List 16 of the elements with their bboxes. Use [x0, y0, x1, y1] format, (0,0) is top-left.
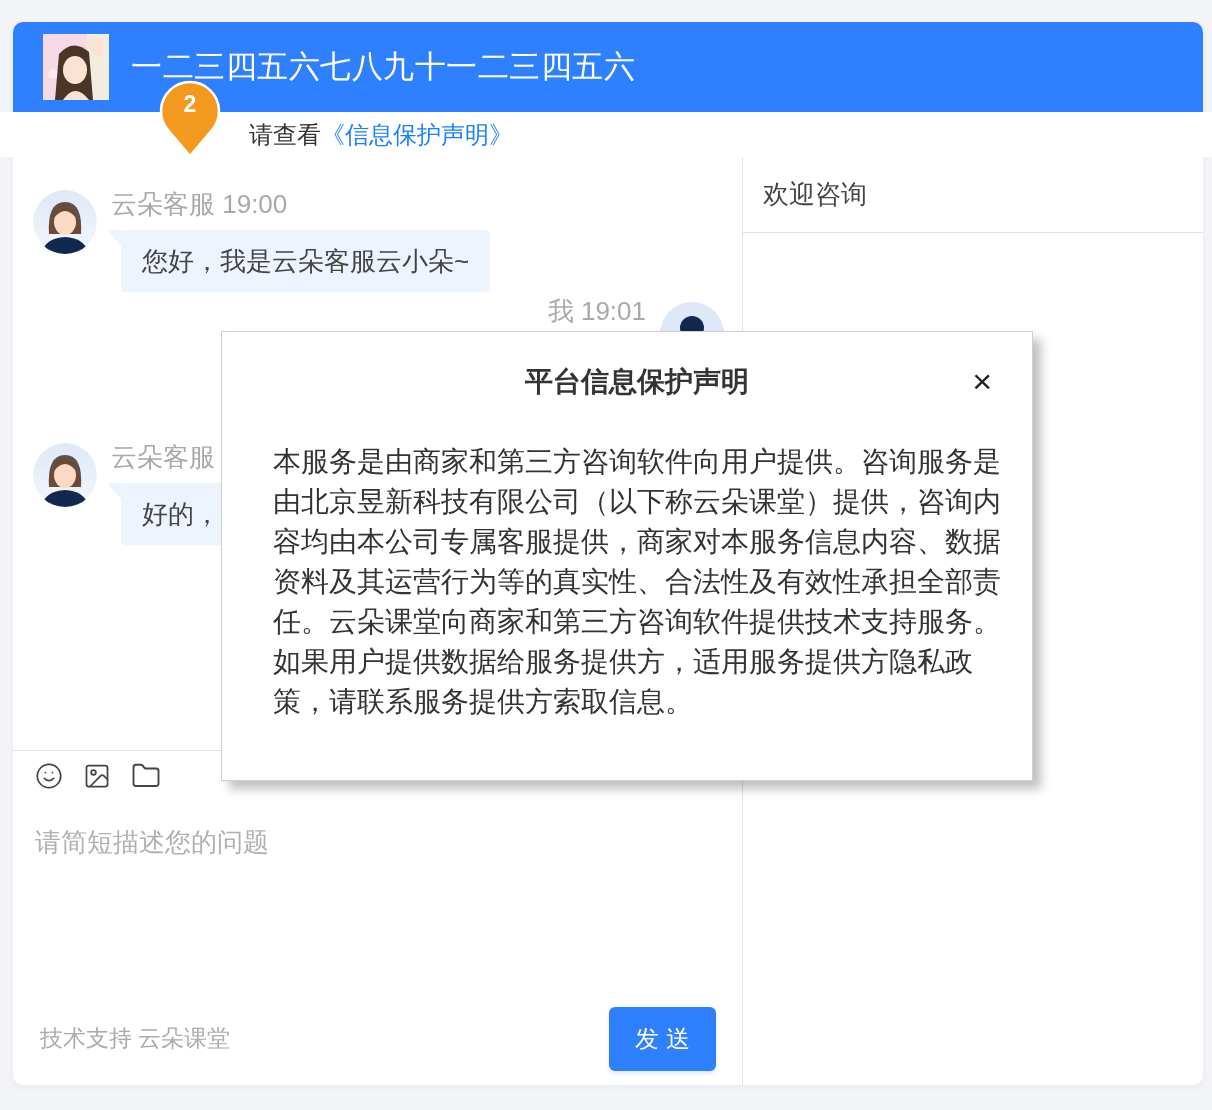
dialog-title: 平台信息保护声明 [525, 365, 749, 399]
notice-text: 请查看 [249, 119, 321, 150]
dialog-text: 本服务是由商家和第三方咨询软件向用户提供。咨询服务是由北京昱新科技有限公司（以下称云朵课堂）提供，咨询内容均由本公司专属客服提供，商家对本服务信息内容、数据资料及其运营行为等的真实性、合法性及有效性承担全部责任。云朵课堂向商家和第三方咨询软件提供技术支持服务。如果用户提供数据给服务提供方，适用服务提供方隐私政策，请联系服务提供方索取信息。 [273, 445, 1002, 719]
agent-avatar [33, 190, 97, 254]
sender-meta: 云朵客服 19:00 [111, 190, 288, 218]
image-icon[interactable] [83, 762, 111, 790]
panel-title: 欢迎咨询 [763, 178, 867, 211]
agent-avatar [33, 443, 97, 507]
emoji-icon[interactable] [35, 762, 63, 790]
send-button[interactable]: 发 送 [609, 1006, 716, 1071]
message-bubble: 您好，我是云朵客服云小朵~ [107, 230, 491, 292]
sender-meta: 云朵客服 [111, 443, 215, 471]
privacy-link[interactable]: 《信息保护声明》 [321, 118, 513, 151]
sender-meta: 我 19:01 [547, 297, 646, 325]
credit-text: 技术支持 云朵课堂 [40, 1024, 231, 1053]
close-button[interactable]: × [968, 364, 996, 398]
